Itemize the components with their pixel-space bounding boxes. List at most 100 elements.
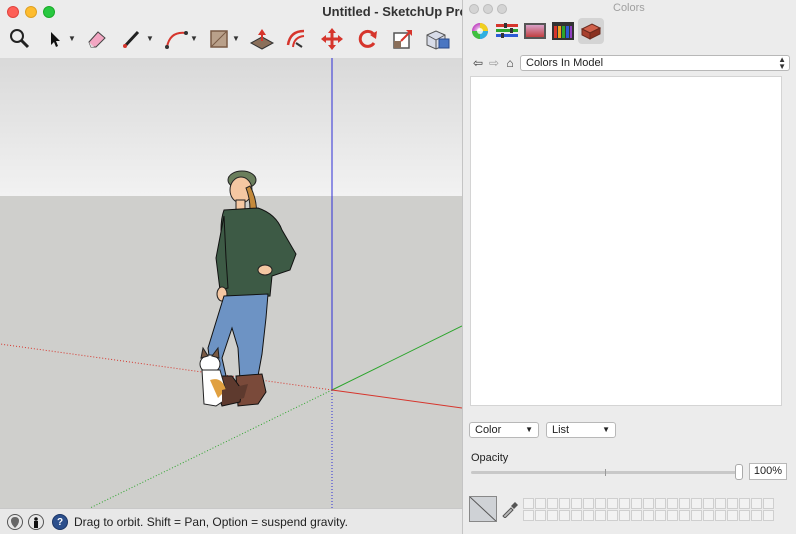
forward-arrow-icon[interactable]: ⇨ (487, 56, 501, 70)
swatch-slot[interactable] (739, 498, 750, 509)
swatch-slot[interactable] (571, 510, 582, 521)
swatch-slot[interactable] (679, 498, 690, 509)
swatch-slot[interactable] (679, 510, 690, 521)
red-axis-negative (0, 343, 333, 391)
maximize-panel-button[interactable] (497, 4, 507, 14)
close-window-button[interactable] (7, 6, 19, 18)
move-icon[interactable] (317, 24, 347, 54)
list-mode-value: List (552, 424, 570, 436)
window-title: Untitled - SketchUp Pro 2023 (322, 4, 500, 19)
swatch-slot[interactable] (595, 510, 606, 521)
swatch-slot[interactable] (547, 498, 558, 509)
minimize-window-button[interactable] (25, 6, 37, 18)
main-toolbar: ▼ ▼ ▼ ▼ (0, 22, 462, 58)
opacity-slider-knob[interactable] (735, 464, 743, 480)
line-icon[interactable] (117, 24, 147, 54)
green-axis (331, 325, 462, 391)
swatch-grid (523, 498, 774, 521)
view-mode-value: Color (475, 424, 502, 436)
home-icon[interactable]: ⌂ (503, 56, 517, 70)
swatch-slot[interactable] (619, 510, 630, 521)
minimize-panel-button[interactable] (483, 4, 493, 14)
opacity-slider-track[interactable] (471, 471, 743, 474)
swatch-slot[interactable] (643, 510, 654, 521)
offset-icon[interactable] (282, 24, 312, 54)
library-navigation: ⇦ ⇨ ⌂ Colors In Model ▲ ▼ (463, 52, 796, 74)
library-select[interactable]: Colors In Model ▲ ▼ (520, 55, 790, 71)
swatch-slot[interactable] (763, 498, 774, 509)
colors-mode-tabs (463, 18, 796, 46)
swatch-slot[interactable] (691, 510, 702, 521)
push-pull-icon[interactable] (247, 24, 277, 54)
swatch-slot[interactable] (583, 510, 594, 521)
eraser-icon[interactable] (82, 24, 112, 54)
swatch-slot[interactable] (703, 510, 714, 521)
swatch-slot[interactable] (523, 498, 534, 509)
swatch-slot[interactable] (667, 498, 678, 509)
maximize-window-button[interactable] (43, 6, 55, 18)
swatch-slot[interactable] (715, 510, 726, 521)
swatch-slot[interactable] (607, 498, 618, 509)
swatch-slot[interactable] (523, 510, 534, 521)
swatch-slot[interactable] (667, 510, 678, 521)
help-icon[interactable]: ? (52, 514, 68, 530)
swatch-slot[interactable] (619, 498, 630, 509)
swatch-slot[interactable] (691, 498, 702, 509)
rotate-icon[interactable] (353, 24, 383, 54)
swatch-slot[interactable] (643, 498, 654, 509)
current-color-swatch[interactable] (469, 496, 497, 522)
swatch-slot[interactable] (535, 510, 546, 521)
swatch-slot[interactable] (631, 498, 642, 509)
materials-swatch-area[interactable] (470, 76, 782, 406)
geolocation-icon[interactable] (7, 514, 23, 530)
status-bar: ? Drag to orbit. Shift = Pan, Option = s… (0, 508, 462, 534)
scale-icon[interactable] (388, 24, 418, 54)
arc-icon[interactable] (162, 24, 192, 54)
eyedropper-icon[interactable] (501, 500, 519, 519)
color-sliders-icon[interactable] (494, 18, 520, 44)
select-menu-caret-icon[interactable]: ▼ (68, 35, 76, 43)
scale-figure-person[interactable] (207, 170, 297, 407)
swatch-slot[interactable] (751, 498, 762, 509)
swatch-slot[interactable] (547, 510, 558, 521)
red-axis (331, 389, 462, 409)
swatch-slot[interactable] (715, 498, 726, 509)
color-palettes-icon[interactable] (522, 18, 548, 44)
swatch-slot[interactable] (595, 498, 606, 509)
view-mode-select[interactable]: Color ▼ (469, 422, 539, 438)
back-arrow-icon[interactable]: ⇦ (471, 56, 485, 70)
swatch-slot[interactable] (655, 510, 666, 521)
swatch-slot[interactable] (631, 510, 642, 521)
warehouse-icon[interactable] (423, 24, 453, 54)
opacity-label: Opacity (471, 452, 509, 464)
swatch-slot[interactable] (559, 510, 570, 521)
updown-chevron-icon: ▲ ▼ (778, 55, 786, 71)
zoom-icon[interactable] (5, 24, 35, 54)
swatch-slot[interactable] (571, 498, 582, 509)
swatch-slot[interactable] (727, 510, 738, 521)
swatch-slot[interactable] (535, 498, 546, 509)
swatch-slot[interactable] (559, 498, 570, 509)
credits-icon[interactable] (28, 514, 44, 530)
swatch-slot[interactable] (703, 498, 714, 509)
close-panel-button[interactable] (469, 4, 479, 14)
swatch-slot[interactable] (655, 498, 666, 509)
opacity-value-field[interactable]: 100% (749, 463, 787, 480)
select-icon[interactable] (40, 24, 70, 54)
line-menu-caret-icon[interactable]: ▼ (146, 35, 154, 43)
swatch-slot[interactable] (607, 510, 618, 521)
swatch-slot[interactable] (727, 498, 738, 509)
rectangle-menu-caret-icon[interactable]: ▼ (232, 35, 240, 43)
list-mode-select[interactable]: List ▼ (546, 422, 616, 438)
swatch-slot[interactable] (751, 510, 762, 521)
rectangle-icon[interactable] (204, 24, 234, 54)
arc-menu-caret-icon[interactable]: ▼ (190, 35, 198, 43)
swatch-slot[interactable] (583, 498, 594, 509)
color-wheel-icon[interactable] (467, 18, 493, 44)
swatch-slot[interactable] (739, 510, 750, 521)
swatch-slot[interactable] (763, 510, 774, 521)
model-viewport[interactable] (0, 58, 462, 508)
colors-title-bar: Colors (463, 0, 796, 18)
image-palettes-icon[interactable] (550, 18, 576, 44)
materials-icon[interactable] (578, 18, 604, 44)
